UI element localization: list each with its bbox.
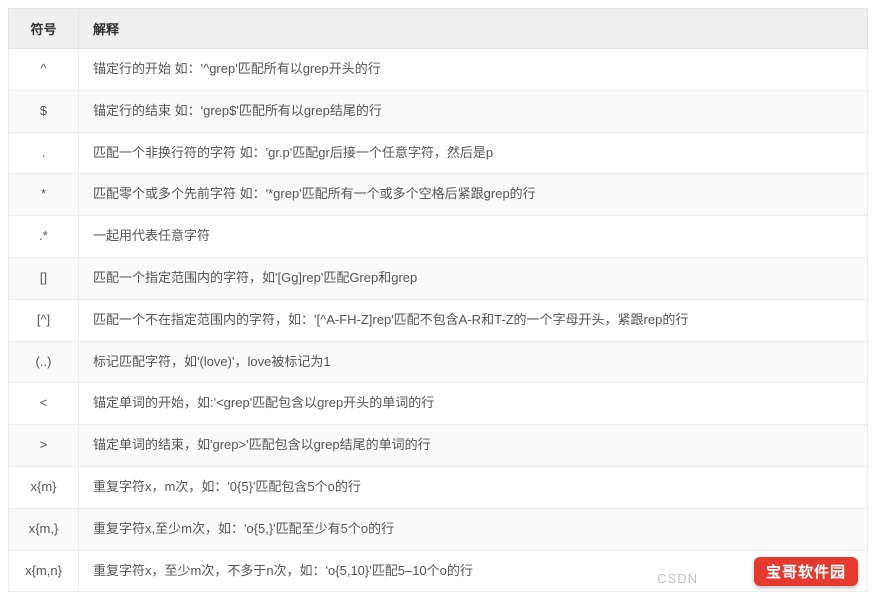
symbol-cell: x{m,n} — [9, 550, 79, 592]
explanation-cell: 锚定行的结束 如：'grep$'匹配所有以grep结尾的行 — [79, 90, 868, 132]
explanation-cell: 匹配一个非换行符的字符 如：'gr.p'匹配gr后接一个任意字符，然后是p — [79, 132, 868, 174]
header-explanation: 解释 — [79, 9, 868, 49]
explanation-cell: 锚定单词的开始，如:'<grep'匹配包含以grep开头的单词的行 — [79, 383, 868, 425]
symbol-cell: . — [9, 132, 79, 174]
table-row: []匹配一个指定范围内的字符，如'[Gg]rep'匹配Grep和grep — [9, 257, 868, 299]
symbol-cell: $ — [9, 90, 79, 132]
symbol-cell: < — [9, 383, 79, 425]
table-header-row: 符号 解释 — [9, 9, 868, 49]
table-row: (..)标记匹配字符，如'(love)'，love被标记为1 — [9, 341, 868, 383]
table-row: ^锚定行的开始 如：'^grep'匹配所有以grep开头的行 — [9, 49, 868, 91]
explanation-cell: 锚定行的开始 如：'^grep'匹配所有以grep开头的行 — [79, 49, 868, 91]
table-row: .*一起用代表任意字符 — [9, 216, 868, 258]
symbol-cell: > — [9, 425, 79, 467]
table-row: .匹配一个非换行符的字符 如：'gr.p'匹配gr后接一个任意字符，然后是p — [9, 132, 868, 174]
explanation-cell: 重复字符x，m次，如：'0{5}'匹配包含5个o的行 — [79, 466, 868, 508]
symbol-cell: x{m} — [9, 466, 79, 508]
symbol-cell: x{m,} — [9, 508, 79, 550]
symbol-cell: [^] — [9, 299, 79, 341]
page-root: 符号 解释 ^锚定行的开始 如：'^grep'匹配所有以grep开头的行$锚定行… — [8, 8, 868, 592]
table-row: [^]匹配一个不在指定范围内的字符，如：'[^A-FH-Z]rep'匹配不包含A… — [9, 299, 868, 341]
table-row: *匹配零个或多个先前字符 如：'*grep'匹配所有一个或多个空格后紧跟grep… — [9, 174, 868, 216]
symbol-cell: (..) — [9, 341, 79, 383]
regex-symbol-table: 符号 解释 ^锚定行的开始 如：'^grep'匹配所有以grep开头的行$锚定行… — [8, 8, 868, 592]
explanation-cell: 匹配零个或多个先前字符 如：'*grep'匹配所有一个或多个空格后紧跟grep的… — [79, 174, 868, 216]
symbol-cell: * — [9, 174, 79, 216]
table-body: ^锚定行的开始 如：'^grep'匹配所有以grep开头的行$锚定行的结束 如：… — [9, 49, 868, 592]
symbol-cell: ^ — [9, 49, 79, 91]
explanation-cell: 一起用代表任意字符 — [79, 216, 868, 258]
explanation-cell: 匹配一个不在指定范围内的字符，如：'[^A-FH-Z]rep'匹配不包含A-R和… — [79, 299, 868, 341]
explanation-cell: 标记匹配字符，如'(love)'，love被标记为1 — [79, 341, 868, 383]
table-row: >锚定单词的结束，如'grep>'匹配包含以grep结尾的单词的行 — [9, 425, 868, 467]
header-symbol: 符号 — [9, 9, 79, 49]
symbol-cell: [] — [9, 257, 79, 299]
table-row: x{m,n}重复字符x，至少m次，不多于n次，如：'o{5,10}'匹配5–10… — [9, 550, 868, 592]
table-row: x{m,}重复字符x,至少m次，如：'o{5,}'匹配至少有5个o的行 — [9, 508, 868, 550]
table-row: <锚定单词的开始，如:'<grep'匹配包含以grep开头的单词的行 — [9, 383, 868, 425]
symbol-cell: .* — [9, 216, 79, 258]
table-row: $锚定行的结束 如：'grep$'匹配所有以grep结尾的行 — [9, 90, 868, 132]
explanation-cell: 重复字符x，至少m次，不多于n次，如：'o{5,10}'匹配5–10个o的行 — [79, 550, 868, 592]
table-row: x{m}重复字符x，m次，如：'0{5}'匹配包含5个o的行 — [9, 466, 868, 508]
explanation-cell: 匹配一个指定范围内的字符，如'[Gg]rep'匹配Grep和grep — [79, 257, 868, 299]
explanation-cell: 重复字符x,至少m次，如：'o{5,}'匹配至少有5个o的行 — [79, 508, 868, 550]
table-header: 符号 解释 — [9, 9, 868, 49]
explanation-cell: 锚定单词的结束，如'grep>'匹配包含以grep结尾的单词的行 — [79, 425, 868, 467]
